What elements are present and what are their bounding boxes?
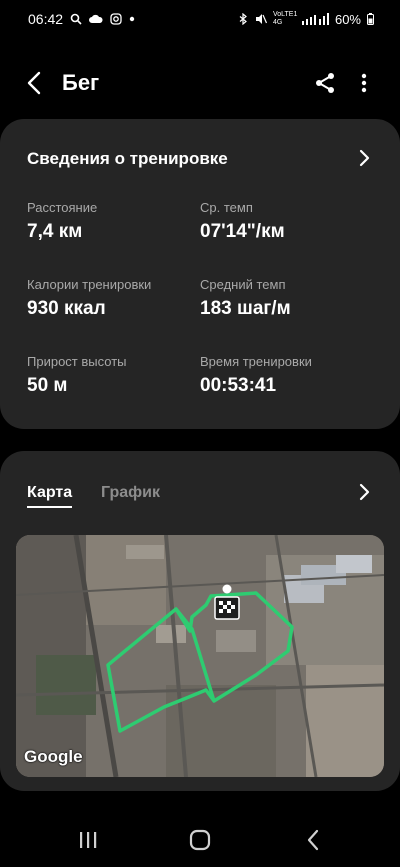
- distance-label: Расстояние: [27, 200, 98, 215]
- workout-time-value: 00:53:41: [200, 375, 277, 396]
- app-bar: Бег: [0, 58, 400, 108]
- search-icon: [70, 13, 82, 25]
- status-bar: 06:42 VoLTE1 4G 60%: [0, 0, 400, 38]
- page-title: Бег: [62, 70, 100, 95]
- system-nav-bar: [0, 812, 400, 867]
- status-bar-right: VoLTE1 4G 60%: [237, 11, 374, 27]
- mute-icon: [255, 14, 267, 24]
- avg-cadence-value: 183 шаг/м: [200, 298, 291, 319]
- chevron-right-icon[interactable]: [352, 480, 376, 504]
- back-icon[interactable]: [298, 826, 328, 854]
- workout-details-card[interactable]: Сведения о тренировке Расстояние 7,4 км …: [0, 119, 400, 429]
- calories-value: 930 ккал: [27, 298, 106, 319]
- chevron-right-icon[interactable]: [352, 146, 376, 170]
- elevation-gain-label: Прирост высоты: [27, 354, 127, 369]
- avg-pace-label: Ср. темп: [200, 200, 253, 215]
- workout-time-label: Время тренировки: [200, 354, 312, 369]
- google-attribution: Google: [24, 747, 83, 766]
- distance-value: 7,4 км: [27, 221, 83, 242]
- tab-graph[interactable]: График: [101, 484, 160, 502]
- elevation-gain-value: 50 м: [27, 375, 68, 396]
- battery-icon: [367, 13, 374, 25]
- network-indicator: VoLTE1 4G: [272, 11, 298, 26]
- route-path: [106, 591, 294, 733]
- route-map[interactable]: Google: [16, 535, 384, 777]
- finish-flag-icon: [214, 584, 240, 620]
- avg-cadence-label: Средний темп: [200, 277, 286, 292]
- share-icon[interactable]: [312, 70, 338, 96]
- instagram-icon: [110, 13, 122, 25]
- dot-icon: [129, 16, 135, 22]
- signal-icon: [301, 13, 329, 25]
- bluetooth-icon: [239, 13, 247, 25]
- more-vert-icon[interactable]: [354, 70, 374, 96]
- cloud-icon: [89, 14, 103, 23]
- avg-pace-value: 07'14"/км: [200, 221, 285, 242]
- workout-details-title: Сведения о тренировке: [27, 149, 228, 168]
- status-time: 06:42: [28, 11, 64, 27]
- recents-icon[interactable]: [73, 826, 103, 854]
- home-icon[interactable]: [185, 826, 215, 854]
- back-arrow-icon[interactable]: [20, 68, 50, 98]
- map-card: Карта График Google: [0, 451, 400, 791]
- tab-map[interactable]: Карта: [27, 484, 73, 508]
- status-bar-left: 06:42: [28, 11, 135, 27]
- calories-label: Калории тренировки: [27, 277, 152, 292]
- battery-percent: 60%: [334, 11, 361, 27]
